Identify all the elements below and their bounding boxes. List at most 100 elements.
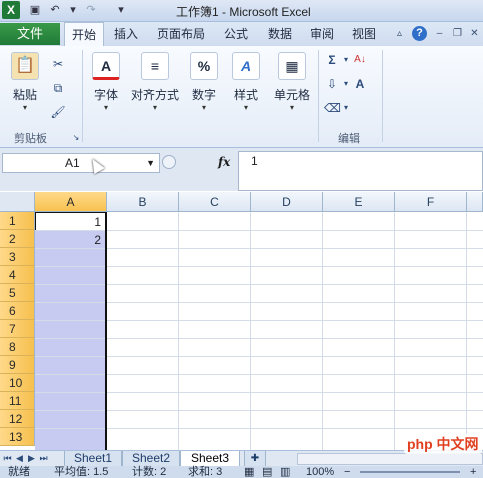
column-header-f[interactable]: F [395, 192, 467, 212]
row-header[interactable]: 12 [0, 410, 35, 428]
gridline [35, 266, 483, 267]
tab-page-layout[interactable]: 页面布局 [150, 23, 212, 45]
row-header[interactable]: 1 [0, 212, 35, 230]
row-header[interactable]: 9 [0, 356, 35, 374]
ribbon-home: 📋 粘贴 ▾ ✂ ⧉ 🖌 剪贴板 ↘ A 字体 ▾ ≡ 对齐方式 ▾ % 数字 … [0, 46, 483, 148]
chevron-down-icon: ▾ [152, 103, 157, 112]
gridline [35, 410, 483, 411]
select-all-button[interactable] [0, 192, 35, 212]
gridline [35, 320, 483, 321]
row-header[interactable]: 6 [0, 302, 35, 320]
row-header[interactable]: 7 [0, 320, 35, 338]
minimize-ribbon-icon[interactable]: ▵ [392, 26, 407, 41]
status-count: 计数: 2 [132, 466, 167, 478]
prev-sheet-icon[interactable]: ◀ [14, 452, 25, 465]
window-minimize-icon[interactable]: – [432, 26, 447, 41]
page-break-view-icon[interactable]: ▥ [280, 466, 290, 478]
paste-button[interactable]: 📋 粘贴 ▾ [8, 52, 42, 112]
clipboard-icon: 📋 [11, 52, 39, 80]
styles-label: 样式 [233, 88, 258, 102]
format-painter-icon[interactable]: 🖌 [50, 104, 66, 120]
page-layout-view-icon[interactable]: ▤ [262, 466, 272, 478]
gridline [35, 374, 483, 375]
row-header[interactable]: 8 [0, 338, 35, 356]
sheet-tab-sheet2[interactable]: Sheet2 [122, 451, 180, 467]
formula-input[interactable]: 1 [238, 151, 483, 191]
group-separator [82, 50, 83, 142]
styles-icon: A [232, 52, 260, 80]
help-icon[interactable]: ? [412, 26, 427, 41]
font-button[interactable]: A 字体 ▾ [88, 52, 124, 112]
insert-sheet-icon[interactable]: ✚ [244, 451, 266, 467]
cut-icon[interactable]: ✂ [50, 56, 66, 72]
percent-icon: % [190, 52, 218, 80]
insert-function-icon[interactable]: fx [218, 155, 230, 169]
first-sheet-icon[interactable]: ⏮ [2, 452, 13, 465]
status-ready: 就绪 [8, 466, 30, 478]
row-header[interactable]: 5 [0, 284, 35, 302]
cells-button[interactable]: ▦ 单元格 ▾ [270, 52, 314, 112]
window-close-icon[interactable]: ✕ [467, 26, 482, 41]
row-header[interactable]: 13 [0, 428, 35, 446]
save-icon[interactable]: ▣ [28, 3, 42, 17]
zoom-in-icon[interactable]: + [470, 466, 476, 478]
align-icon: ≡ [141, 52, 169, 80]
cells-label: 单元格 [273, 88, 310, 102]
gridline [35, 392, 483, 393]
clipboard-group-label: 剪贴板 [14, 133, 47, 145]
expand-icon[interactable] [162, 155, 176, 169]
worksheet-grid[interactable]: A B C D E F 1 2 3 4 5 6 7 8 9 10 11 12 1… [0, 192, 483, 450]
redo-icon[interactable]: ↷ [84, 3, 98, 17]
group-separator [318, 50, 319, 142]
column-header-d[interactable]: D [251, 192, 323, 212]
undo-dropdown-icon[interactable]: ▾ [66, 3, 80, 17]
sheet-tab-sheet1[interactable]: Sheet1 [64, 451, 122, 467]
column-header-partial[interactable] [467, 192, 483, 212]
column-header-b[interactable]: B [107, 192, 179, 212]
zoom-out-icon[interactable]: − [344, 466, 350, 478]
normal-view-icon[interactable]: ▦ [244, 466, 254, 478]
formula-controls: fx [160, 153, 238, 173]
alignment-button[interactable]: ≡ 对齐方式 ▾ [128, 52, 182, 112]
zoom-level[interactable]: 100% [306, 466, 334, 478]
chevron-down-icon[interactable]: ▼ [146, 154, 155, 172]
excel-logo-icon: X [2, 1, 20, 19]
cell-a1[interactable]: 1 [35, 213, 101, 231]
chevron-down-icon[interactable]: ▾ [338, 100, 354, 116]
sheet-tab-sheet3[interactable]: Sheet3 [180, 451, 240, 467]
tab-formulas[interactable]: 公式 [218, 23, 254, 45]
horizontal-scrollbar[interactable] [297, 453, 483, 465]
tab-file[interactable]: 文件 [0, 23, 60, 45]
undo-icon[interactable]: ↶ [48, 3, 62, 17]
gridline [35, 428, 483, 429]
number-button[interactable]: % 数字 ▾ [186, 52, 222, 112]
gridline [35, 338, 483, 339]
status-average: 平均值: 1.5 [54, 466, 109, 478]
group-separator [382, 50, 383, 142]
column-header-e[interactable]: E [323, 192, 395, 212]
column-header-c[interactable]: C [179, 192, 251, 212]
tab-data[interactable]: 数据 [262, 23, 298, 45]
tab-insert[interactable]: 插入 [108, 23, 144, 45]
row-header[interactable]: 3 [0, 248, 35, 266]
styles-button[interactable]: A 样式 ▾ [228, 52, 264, 112]
zoom-slider[interactable] [360, 471, 460, 473]
last-sheet-icon[interactable]: ⏭ [38, 452, 49, 465]
window-restore-icon[interactable]: ❐ [450, 26, 465, 41]
tab-home[interactable]: 开始 [64, 22, 104, 46]
tab-review[interactable]: 审阅 [304, 23, 340, 45]
row-header[interactable]: 2 [0, 230, 35, 248]
name-box[interactable]: A1 ▼ [2, 153, 160, 173]
copy-icon[interactable]: ⧉ [50, 80, 66, 96]
gridline [35, 356, 483, 357]
cell-a2[interactable]: 2 [35, 231, 101, 249]
next-sheet-icon[interactable]: ▶ [26, 452, 37, 465]
row-header[interactable]: 10 [0, 374, 35, 392]
customize-toolbar-icon[interactable]: ▾ [114, 3, 128, 17]
row-header[interactable]: 11 [0, 392, 35, 410]
tab-view[interactable]: 视图 [346, 23, 382, 45]
row-header[interactable]: 4 [0, 266, 35, 284]
sort-filter-icon[interactable]: A↓ [352, 52, 368, 68]
find-select-icon[interactable]: A [352, 76, 368, 92]
column-header-a[interactable]: A [35, 192, 107, 212]
